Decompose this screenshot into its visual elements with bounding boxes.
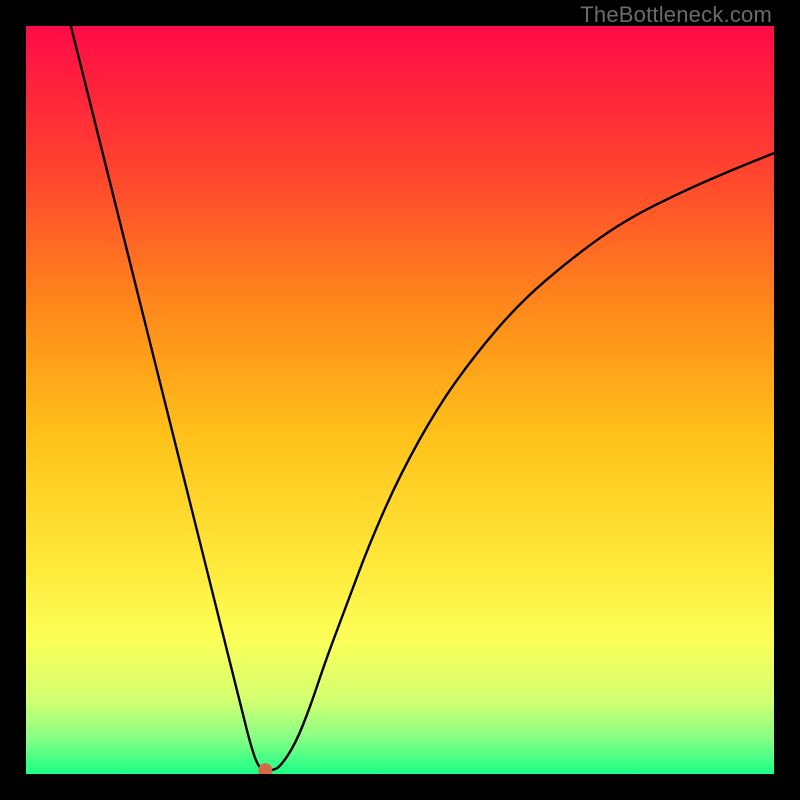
gradient-background (26, 26, 774, 774)
chart-svg (26, 26, 774, 774)
watermark-text: TheBottleneck.com (580, 2, 772, 28)
chart-frame (26, 26, 774, 774)
